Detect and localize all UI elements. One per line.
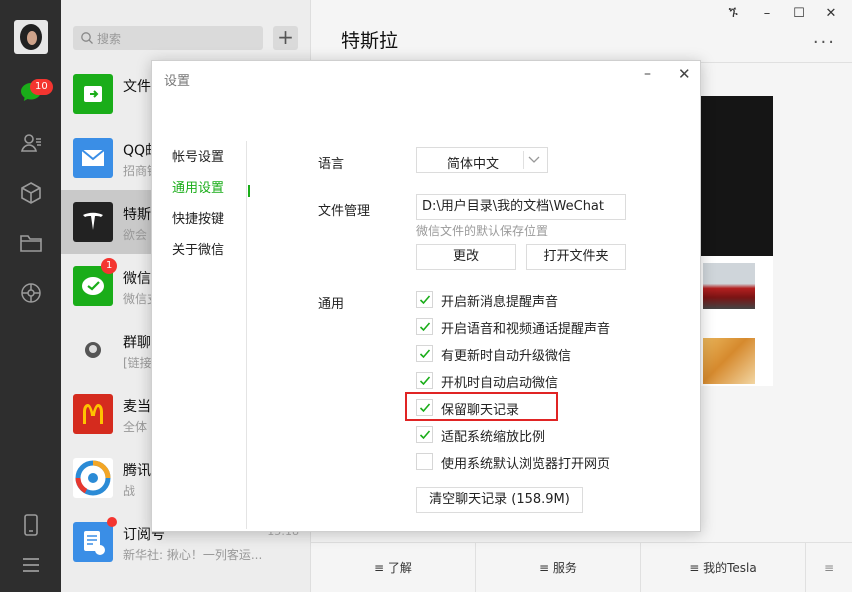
search-box[interactable]: 搜索 — [73, 26, 263, 50]
option-label: 开启语音和视频通话提醒声音 — [441, 322, 611, 337]
chat-preview: 新华社: 揪心！一列客运... — [123, 548, 263, 562]
phone-icon[interactable] — [19, 513, 43, 537]
active-tab-indicator — [248, 185, 250, 197]
check-icon — [419, 376, 431, 386]
tab-account-settings[interactable]: 帐号设置 — [172, 146, 224, 165]
tesla-logo-avatar — [73, 202, 113, 242]
search-icon — [81, 32, 93, 44]
window-close-button[interactable]: ✕ — [821, 6, 841, 21]
chat-name: 微信 — [123, 271, 151, 287]
tencent-news-avatar — [73, 458, 113, 498]
general-label: 通用 — [318, 297, 345, 312]
checkbox[interactable] — [416, 345, 433, 362]
option-label: 适配系统缩放比例 — [441, 430, 546, 445]
chevron-down-icon — [528, 156, 540, 163]
language-select[interactable]: 简体中文 — [416, 147, 548, 173]
pin-button[interactable]: ጙ — [723, 6, 743, 21]
chat-preview: 战 — [123, 484, 136, 498]
settings-dialog: 设置 – ✕ 帐号设置 通用设置 快捷按键 关于微信 语言 简体中文 文件管理 … — [151, 60, 701, 532]
checkbox[interactable] — [416, 318, 433, 335]
mcdonalds-logo-avatar — [73, 394, 113, 434]
tab-about[interactable]: 关于微信 — [172, 239, 224, 258]
file-path-hint: 微信文件的默认保存位置 — [416, 224, 549, 238]
add-chat-button[interactable]: + — [273, 26, 298, 50]
unread-badge: 10 — [30, 79, 53, 95]
option-label: 有更新时自动升级微信 — [441, 349, 572, 364]
chat-name: 麦当 — [123, 399, 151, 415]
check-icon — [419, 322, 431, 332]
user-avatar[interactable] — [14, 20, 48, 54]
language-value: 简体中文 — [447, 157, 500, 172]
moments-icon[interactable] — [19, 281, 43, 305]
maximize-button[interactable]: ☐ — [789, 6, 809, 21]
checkbox[interactable] — [416, 426, 433, 443]
chat-name: 特斯 — [123, 207, 151, 223]
keyboard-toggle-icon[interactable]: ≡ — [806, 543, 852, 592]
file-transfer-avatar — [73, 74, 113, 114]
service-menu-bar: ≡ 了解 ≡ 服务 ≡ 我的Tesla ≡ — [311, 542, 852, 592]
file-path-field[interactable]: D:\用户目录\我的文档\WeChat — [416, 194, 626, 220]
menu-icon[interactable] — [19, 553, 43, 577]
file-management-label: 文件管理 — [318, 204, 371, 219]
checkbox[interactable] — [416, 453, 433, 470]
folder-icon[interactable] — [19, 231, 43, 255]
dialog-title: 设置 — [164, 74, 191, 89]
food-thumbnail-image — [703, 338, 755, 384]
menu-learn[interactable]: ≡ 了解 — [311, 543, 475, 592]
chat-preview: [链接 — [123, 356, 152, 370]
checkbox[interactable] — [416, 372, 433, 389]
option-label: 开机时自动启动微信 — [441, 376, 559, 391]
option-label: 使用系统默认浏览器打开网页 — [441, 457, 611, 472]
chat-preview: 欲会 — [123, 228, 148, 242]
option-label: 开启新消息提醒声音 — [441, 295, 559, 310]
more-options-button[interactable]: ··· — [813, 32, 836, 53]
change-button[interactable]: 更改 — [416, 244, 516, 270]
favorites-cube-icon[interactable] — [19, 181, 43, 205]
chat-title: 特斯拉 — [341, 30, 399, 52]
menu-my-tesla[interactable]: ≡ 我的Tesla — [641, 543, 805, 592]
chat-preview: 全体 — [123, 420, 148, 434]
contacts-icon[interactable] — [19, 131, 43, 155]
check-icon — [419, 349, 431, 359]
open-folder-button[interactable]: 打开文件夹 — [526, 244, 626, 270]
menu-services[interactable]: ≡ 服务 — [476, 543, 640, 592]
unread-dot — [107, 517, 117, 527]
chat-name: 群聊 — [123, 335, 151, 351]
subscriptions-avatar — [73, 522, 113, 562]
tab-general-settings[interactable]: 通用设置 — [172, 177, 224, 196]
minimize-button[interactable]: – — [757, 6, 777, 21]
car-thumbnail-image — [703, 263, 755, 309]
clear-chat-history-button[interactable]: 清空聊天记录 (158.9M) — [416, 487, 583, 513]
group-avatar — [73, 330, 113, 370]
chat-name: 文件 — [123, 79, 151, 95]
dialog-minimize-button[interactable]: – — [644, 66, 651, 82]
mail-avatar — [73, 138, 113, 178]
nav-rail: 10 — [0, 0, 61, 592]
check-icon — [419, 295, 431, 305]
unread-badge: 1 — [101, 258, 118, 274]
checkbox[interactable] — [416, 291, 433, 308]
chat-name: 腾讯 — [123, 463, 151, 479]
article-cover-image[interactable] — [701, 96, 773, 256]
highlight-box — [405, 392, 558, 421]
search-placeholder: 搜索 — [97, 32, 122, 46]
tab-shortcuts[interactable]: 快捷按键 — [172, 208, 224, 227]
check-icon — [419, 430, 431, 440]
dialog-close-button[interactable]: ✕ — [678, 65, 691, 83]
language-label: 语言 — [318, 157, 345, 172]
